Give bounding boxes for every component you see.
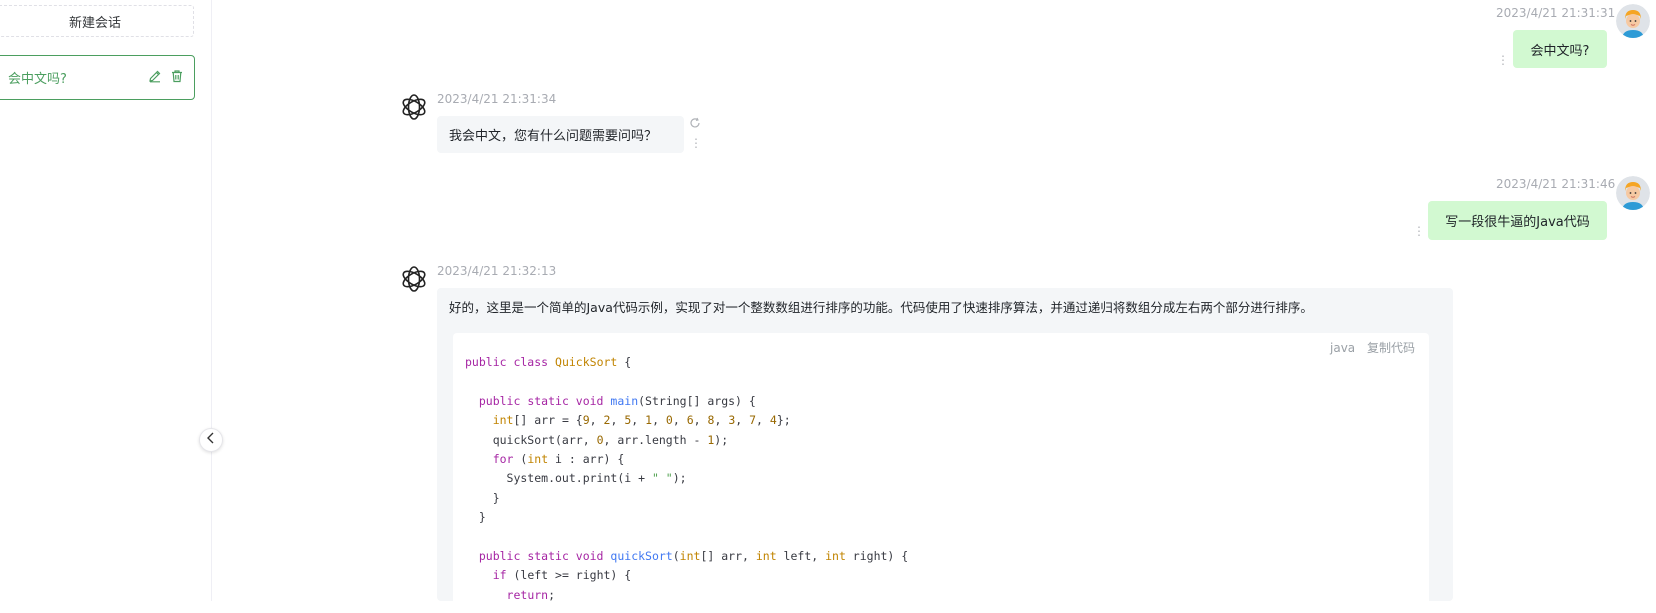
chevron-left-icon <box>206 432 216 448</box>
code-language-label: java <box>1330 341 1356 355</box>
conversation-title: 会中文吗? <box>8 72 67 87</box>
code-line: } <box>465 510 486 525</box>
sidebar: 新建会话 会中文吗? <box>0 0 212 601</box>
openai-logo-icon <box>399 92 429 122</box>
code-line: } <box>465 490 500 505</box>
collapse-sidebar-button[interactable] <box>199 428 223 452</box>
more-vertical-icon[interactable]: ⋮ <box>1497 54 1509 66</box>
code-line: public class QuickSort { <box>465 355 632 369</box>
new-chat-button[interactable]: 新建会话 <box>0 5 194 37</box>
refresh-icon[interactable] <box>689 117 701 133</box>
openai-logo-icon <box>399 264 429 294</box>
message-timestamp: 2023/4/21 21:31:34 <box>437 92 557 106</box>
code-line: for (int i : arr) { <box>492 452 625 467</box>
message-text: 好的，这里是一个简单的Java代码示例，实现了对一个整数数组进行排序的功能。代码… <box>449 300 1313 315</box>
new-chat-label: 新建会话 <box>68 15 121 31</box>
code-line: return; <box>506 587 556 602</box>
copy-code-button[interactable]: 复制代码 <box>1367 341 1415 355</box>
assistant-message-bubble: 我会中文，您有什么问题需要问吗？ <box>437 116 684 153</box>
user-message-bubble: 会中文吗? <box>1513 30 1607 68</box>
code-content: public class QuickSort { public static v… <box>453 353 908 605</box>
message-text: 会中文吗? <box>1530 43 1590 59</box>
code-line: if (left >= right) { <box>492 568 632 583</box>
code-line: quickSort(arr, 0, arr.length - 1); <box>465 432 729 447</box>
edit-icon[interactable] <box>148 69 162 83</box>
message-timestamp: 2023/4/21 21:31:46 <box>1496 177 1616 191</box>
code-line: public static void main(String[] args) { <box>478 393 756 408</box>
message-timestamp: 2023/4/21 21:32:13 <box>437 264 557 278</box>
more-vertical-icon[interactable]: ⋮ <box>690 137 702 149</box>
code-line: System.out.print(i + " "); <box>465 471 687 486</box>
more-vertical-icon[interactable]: ⋮ <box>1413 225 1425 237</box>
code-line: public static void quickSort(int[] arr, … <box>478 549 909 564</box>
message-text: 写一段很牛逼的Java代码 <box>1445 215 1590 230</box>
user-avatar-icon <box>1616 4 1650 38</box>
user-message-bubble: 写一段很牛逼的Java代码 <box>1428 201 1607 240</box>
trash-icon[interactable] <box>170 69 184 83</box>
conversation-item[interactable]: 会中文吗? <box>0 55 195 100</box>
code-block: java 复制代码 public class QuickSort { publi… <box>453 333 1429 613</box>
user-avatar-icon <box>1616 176 1650 210</box>
message-timestamp: 2023/4/21 21:31:31 <box>1496 6 1616 20</box>
code-line: int[] arr = {9, 2, 5, 1, 0, 6, 8, 3, 7, … <box>492 413 791 428</box>
message-text: 我会中文，您有什么问题需要问吗？ <box>449 129 658 144</box>
